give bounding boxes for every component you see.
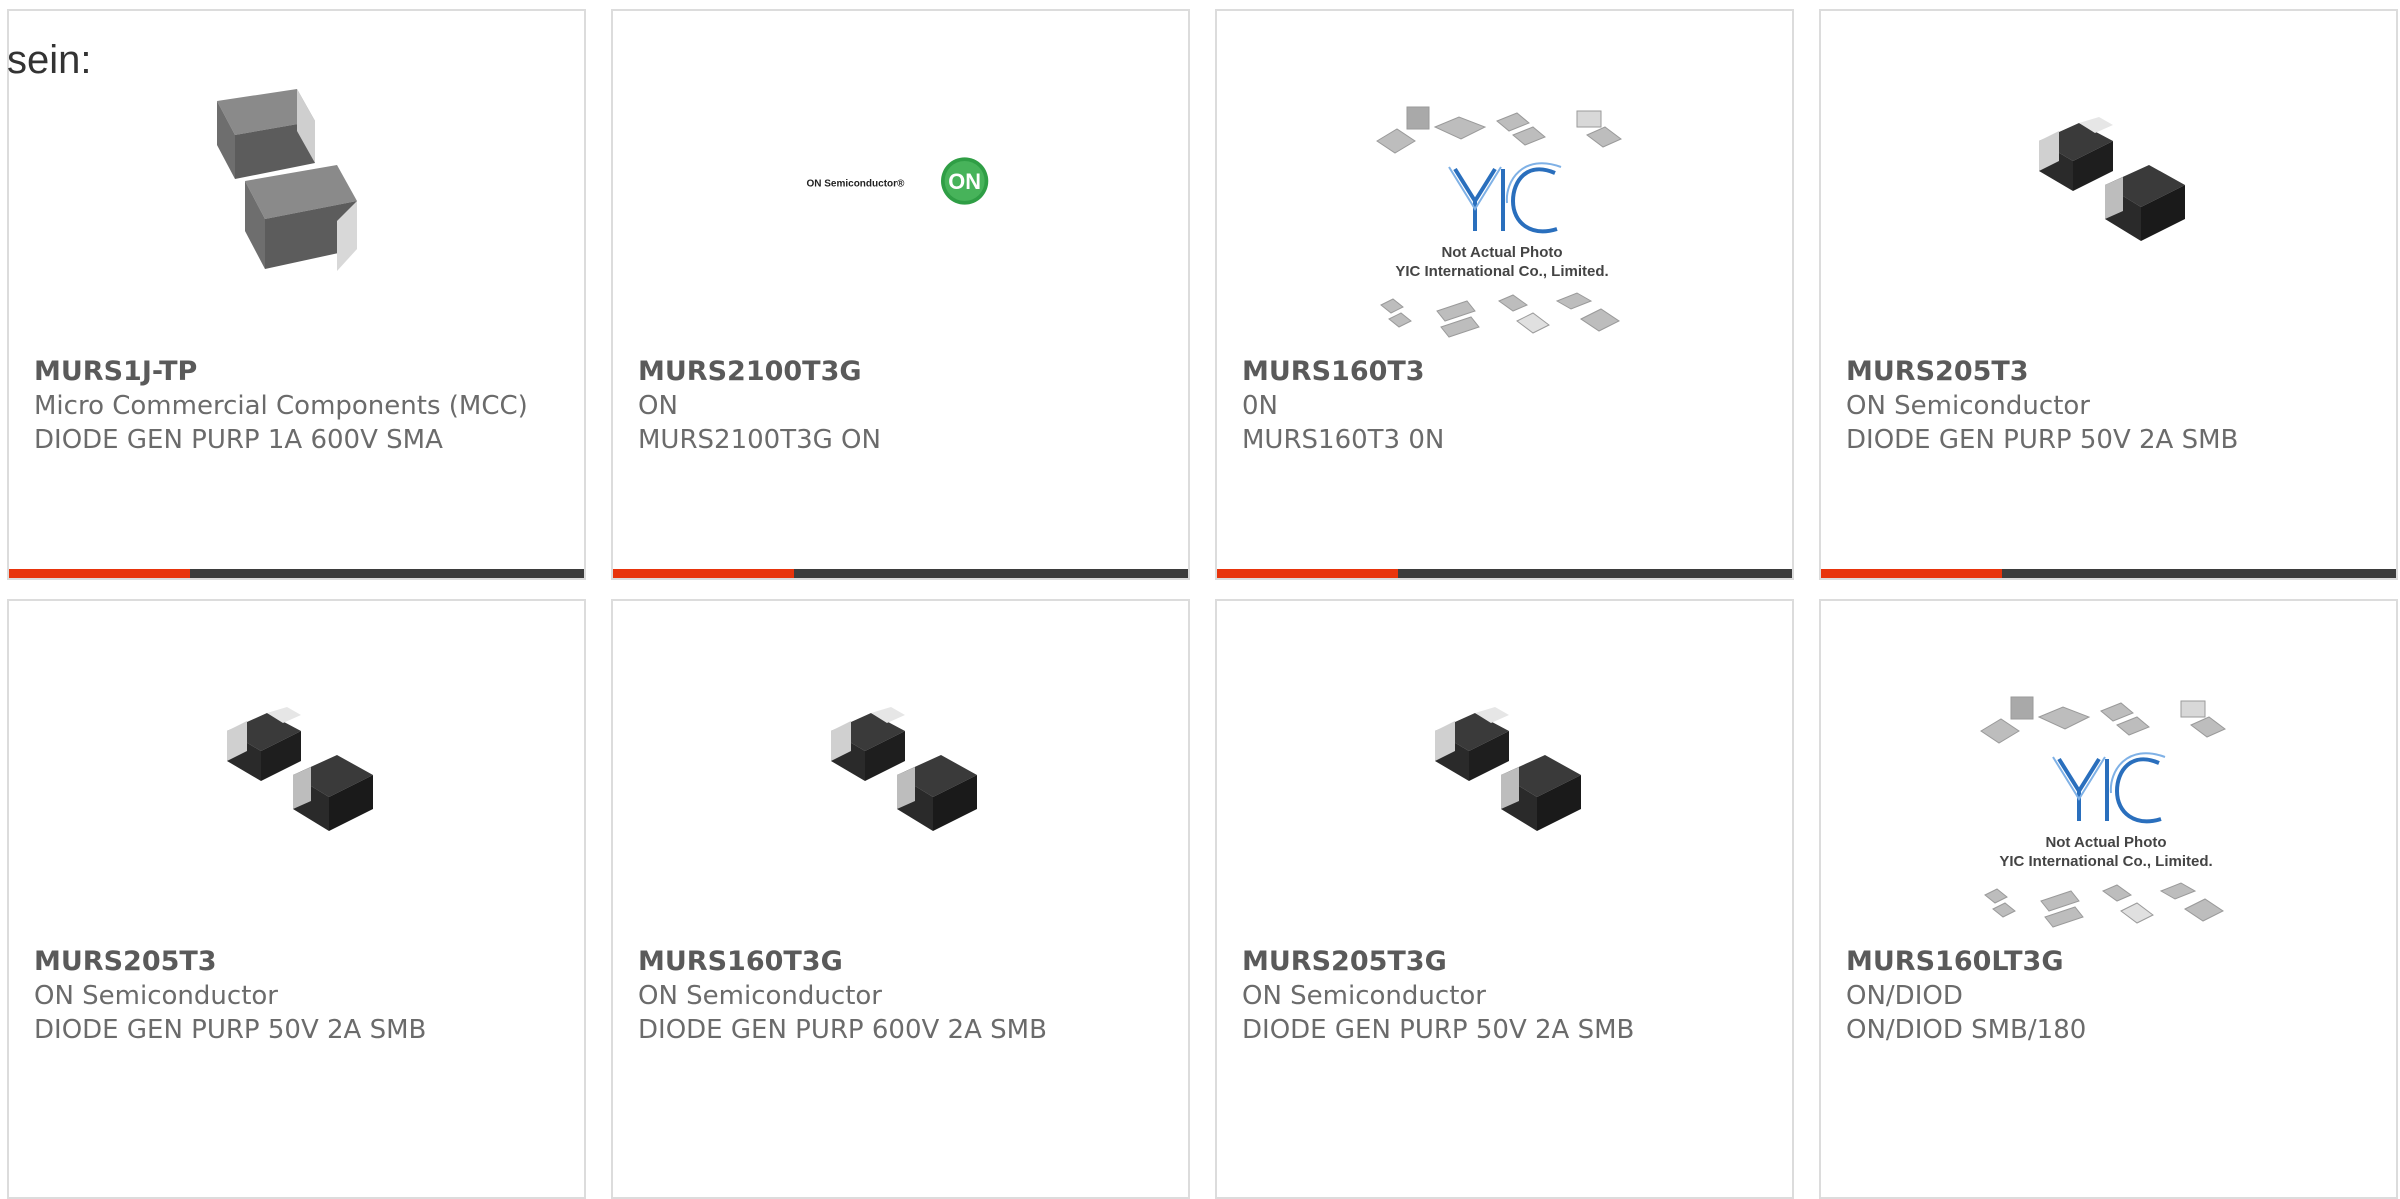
card-footer-bar: [9, 569, 584, 578]
accent-bar: [1217, 569, 1399, 578]
description: DIODE GEN PURP 600V 2A SMB: [638, 1015, 1047, 1045]
placeholder-line1: Not Actual Photo: [1441, 244, 1562, 261]
part-number[interactable]: MURS160LT3G: [1846, 945, 2366, 979]
part-number[interactable]: MURS205T3: [34, 945, 554, 979]
smb-diode-image: [2009, 81, 2209, 281]
description: ON/DIOD SMB/180: [1846, 1015, 2087, 1045]
manufacturer: Micro Commercial Components (MCC): [34, 391, 528, 421]
description: DIODE GEN PURP 1A 600V SMA: [34, 425, 443, 455]
part-number[interactable]: MURS1J-TP: [34, 355, 554, 389]
smb-diode-image: [801, 671, 1001, 871]
svg-text:ON: ON: [948, 169, 981, 194]
part-number[interactable]: MURS160T3G: [638, 945, 1158, 979]
sma-diode-image: [197, 81, 397, 281]
placeholder-line2: YIC International Co., Limited.: [1395, 263, 1608, 280]
placeholder-line1: Not Actual Photo: [2045, 834, 2166, 851]
part-number[interactable]: MURS205T3G: [1242, 945, 1762, 979]
product-card[interactable]: MURS1J-TP Micro Commercial Components (M…: [7, 9, 586, 580]
description: DIODE GEN PURP 50V 2A SMB: [34, 1015, 427, 1045]
card-footer-bar: [1217, 569, 1792, 578]
product-card[interactable]: ON Semiconductor® ON MURS2100T3G ON MURS…: [611, 9, 1190, 580]
description: DIODE GEN PURP 50V 2A SMB: [1846, 425, 2239, 455]
accent-bar: [1821, 569, 2003, 578]
smb-diode-image: [1405, 671, 1605, 871]
section-heading: sein:: [7, 38, 92, 82]
accent-bar: [9, 569, 191, 578]
product-card[interactable]: MURS205T3 ON Semiconductor DIODE GEN PUR…: [1819, 9, 2398, 580]
manufacturer: ON Semiconductor: [1846, 391, 2090, 421]
product-card[interactable]: MURS205T3 ON Semiconductor DIODE GEN PUR…: [7, 599, 586, 1199]
card-footer-bar: [1821, 569, 2396, 578]
on-semiconductor-logo: ON Semiconductor® ON: [801, 81, 1001, 281]
manufacturer: ON: [638, 391, 678, 421]
description: MURS160T3 0N: [1242, 425, 1445, 455]
manufacturer: 0N: [1242, 391, 1278, 421]
product-card[interactable]: MURS205T3G ON Semiconductor DIODE GEN PU…: [1215, 599, 1794, 1199]
part-number[interactable]: MURS2100T3G: [638, 355, 1158, 389]
product-grid: MURS1J-TP Micro Commercial Components (M…: [7, 9, 2400, 1199]
description: DIODE GEN PURP 50V 2A SMB: [1242, 1015, 1635, 1045]
part-number[interactable]: MURS205T3: [1846, 355, 2366, 389]
accent-bar: [613, 569, 795, 578]
yic-placeholder-image: Not Actual Photo YIC International Co., …: [1971, 691, 2241, 941]
manufacturer: ON/DIOD: [1846, 981, 1963, 1011]
placeholder-line2: YIC International Co., Limited.: [1999, 853, 2212, 870]
description: MURS2100T3G ON: [638, 425, 881, 455]
product-card[interactable]: Not Actual Photo YIC International Co., …: [1819, 599, 2398, 1199]
manufacturer: ON Semiconductor: [638, 981, 882, 1011]
product-card[interactable]: MURS160T3G ON Semiconductor DIODE GEN PU…: [611, 599, 1190, 1199]
yic-placeholder-image: Not Actual Photo YIC International Co., …: [1367, 101, 1637, 351]
part-number[interactable]: MURS160T3: [1242, 355, 1762, 389]
smb-diode-image: [197, 671, 397, 871]
svg-text:ON Semiconductor®: ON Semiconductor®: [806, 178, 905, 189]
card-footer-bar: [613, 569, 1188, 578]
product-card[interactable]: Not Actual Photo YIC International Co., …: [1215, 9, 1794, 580]
manufacturer: ON Semiconductor: [34, 981, 278, 1011]
manufacturer: ON Semiconductor: [1242, 981, 1486, 1011]
